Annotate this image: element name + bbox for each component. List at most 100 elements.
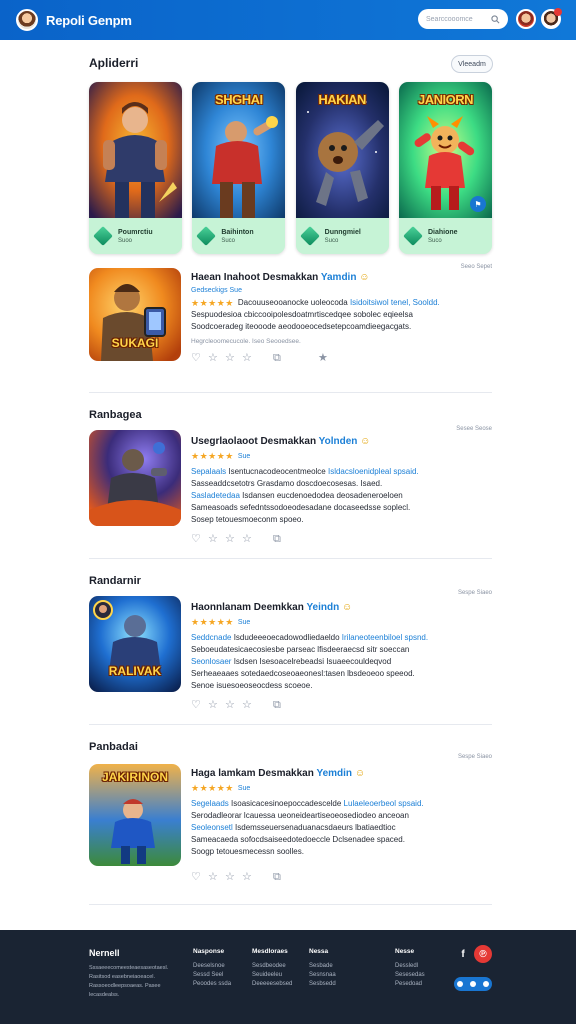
item-description: Seddcnade Isdudeeeoecadowodliedaeldo Iri… [191,633,429,690]
star-outline-icon[interactable]: ☆ [208,700,219,711]
footer-link[interactable]: Sesbade [309,963,336,969]
desc-line: Dacouuseooanocke uoleocoda Isidoitsiwol … [237,298,440,307]
footer-link[interactable]: Pesedoad [395,981,425,987]
footer-column: Mesdloraes Sesdbeodee Seuideeleu Deeeees… [252,948,292,990]
footer-link[interactable]: Deeeeesebsed [252,981,292,987]
footer-about: Sssaeeecomeesteaesaseotaesl. Rasitsod ea… [89,965,169,998]
badge-emoji-icon: ☺ [359,272,370,283]
footer-link[interactable]: Sesnsnaa [309,972,336,978]
star-outline-icon[interactable]: ☆ [225,534,236,545]
star-outline-icon[interactable]: ☆ [225,872,236,883]
footer-column-heading: Nessa [309,948,329,955]
footer-link[interactable]: Sesdbeodee [252,963,292,969]
footer-link[interactable]: Peoodes ssda [193,981,231,987]
item-thumbnail[interactable] [89,430,181,526]
card-name: Dunngmiel [324,228,361,236]
item-thumbnail[interactable]: JAKIRINON [89,764,181,866]
section-title: Panbadai [89,741,138,753]
list-item[interactable]: RALIVAK Haonnlanam Deemkkan Yeindn ☺ ★★★… [89,590,492,716]
item-body: Haean Inahoot Desmakkan Yamdin ☺ ★★★★★ Ge… [191,272,491,364]
social-links-pill[interactable] [454,977,492,991]
footer-link[interactable]: Seuideeleu [252,972,292,978]
item-actions: ♡ ☆ ☆ ☆ ⧉ [191,534,491,545]
badge-emoji-icon: ☺ [354,768,366,779]
star-outline-icon[interactable]: ☆ [242,353,253,364]
item-title[interactable]: Haonnlanam Deemkkan Yeindn ☺ [191,602,491,613]
star-rating-icon: ★★★★★ [191,783,234,793]
star-outline-icon[interactable]: ☆ [242,872,253,883]
footer-link[interactable]: Deeselsnoe [193,963,231,969]
rating-text: Gedseckigs Sue [191,287,242,294]
star-outline-icon[interactable]: ☆ [208,872,219,883]
item-actions: ♡ ☆ ☆ ☆ ⧉ [191,700,491,711]
star-outline-icon[interactable]: ☆ [242,534,253,545]
card-art-title: JANIORN [417,92,474,107]
gem-icon [299,226,320,246]
footer-column: Nessa Sesbade Sesnsnaa Sesbsedd [309,948,336,990]
search-icon[interactable] [491,14,500,24]
footer-column-heading: Nesse [395,948,415,955]
footer-column: Nesse Dessledl Sesesedas Pesedoad [395,948,425,990]
star-outline-icon[interactable]: ☆ [225,700,236,711]
item-thumbnail[interactable]: RALIVAK [89,596,181,692]
divider [89,392,492,393]
share-icon[interactable]: ⧉ [273,534,284,545]
item-actions: ♡ ☆ ☆ ☆ ⧉ [191,872,491,883]
footer-link[interactable]: Sessd Seel [193,972,231,978]
heart-icon[interactable]: ♡ [191,872,202,883]
featured-card[interactable]: SHGHAI Baihinton Suco [192,82,286,254]
heart-icon[interactable]: ♡ [191,353,202,364]
pinterest-icon[interactable]: ℗ [474,945,492,963]
footer-title: Nernell [89,948,120,958]
footer-link[interactable]: Sesbsedd [309,981,336,987]
search-input[interactable]: Searccooomce [418,9,508,29]
heart-icon[interactable]: ♡ [191,700,202,711]
star-outline-icon[interactable]: ☆ [208,353,219,364]
user-avatar-2[interactable] [541,8,562,29]
gem-icon [403,226,423,246]
brand-name[interactable]: Repoli Genpm [46,13,132,28]
card-art-title: SHGHAI [215,92,263,107]
featured-card[interactable]: JANIORN ⚑ Diahione Suco [398,82,492,254]
list-item[interactable]: Usegrlaolaoot Desmakkan Yolnden ☺ ★★★★★ S… [89,426,492,550]
dot-icon [469,981,476,987]
badge-emoji-icon: ☺ [342,602,353,613]
logo-avatar[interactable] [16,9,38,31]
item-date: Seeo Sepet [460,264,492,270]
heart-icon[interactable]: ♡ [191,534,202,545]
card-sub: Suco [324,237,339,244]
footer-column-heading: Nasponse [193,948,225,955]
pin-icon[interactable]: ★ [318,353,329,364]
bookmark-badge-icon[interactable]: ⚑ [469,196,486,212]
card-sub: Suoo [118,237,133,244]
featured-card[interactable]: HAKIAN Dunngmiel Suco [295,82,389,254]
share-icon[interactable]: ⧉ [273,700,284,711]
card-name: Diahione [427,228,458,236]
card-sub: Suco [427,237,442,244]
star-outline-icon[interactable]: ☆ [208,534,219,545]
list-item[interactable]: SUKAGI Haean Inahoot Desmakkan Yamdin ☺ … [89,264,492,388]
star-outline-icon[interactable]: ☆ [225,353,236,364]
item-title[interactable]: Usegrlaolaoot Desmakkan Yolnden ☺ [191,436,491,447]
star-rating-icon: ★★★★★ [191,297,234,308]
item-title[interactable]: Haean Inahoot Desmakkan Yamdin ☺ [191,272,491,283]
list-item[interactable]: JAKIRINON Haga lamkam Desmakkan Yemdin ☺… [89,754,492,894]
view-all-button[interactable]: Vleeadm [451,55,493,73]
footer-column-heading: Mesdloraes [252,948,288,955]
gem-icon [196,226,217,246]
item-body: Haga lamkam Desmakkan Yemdin ☺ ★★★★★ Sue … [191,768,491,883]
footer-link[interactable]: Sesesedas [395,972,425,978]
star-outline-icon[interactable]: ☆ [242,700,253,711]
item-title[interactable]: Haga lamkam Desmakkan Yemdin ☺ [191,768,491,779]
featured-card[interactable]: Poumrctiu Suoo [89,82,182,254]
share-icon[interactable]: ⧉ [273,353,284,364]
card-art-title: HAKIAN [318,92,366,107]
facebook-icon[interactable]: f [454,945,472,963]
share-icon[interactable]: ⧉ [273,872,284,883]
item-thumbnail[interactable]: SUKAGI [89,268,181,361]
item-description: Sespuodesioa cbiccooipolesdoatmrtiscedqe… [191,310,413,331]
footer-link[interactable]: Dessledl [395,963,425,969]
card-footer: Baihinton Suco [192,218,286,254]
search-placeholder: Searccooomce [426,15,473,23]
user-avatar-1[interactable] [516,9,536,29]
